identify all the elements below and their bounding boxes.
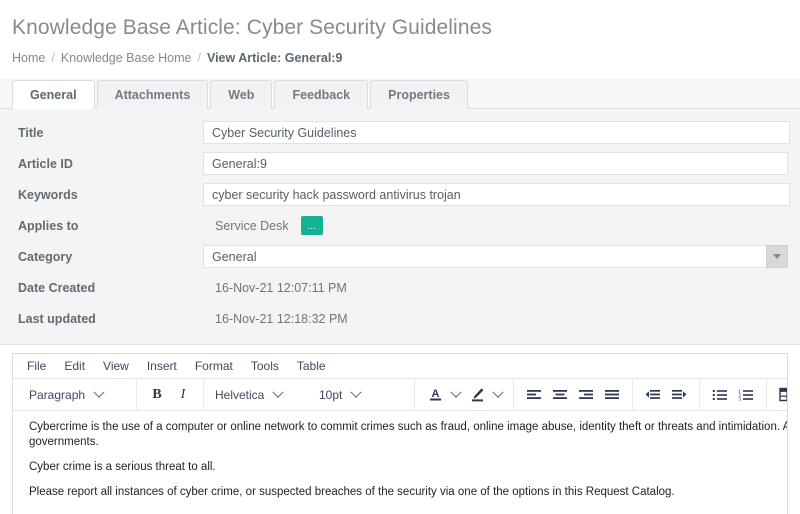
svg-text:3: 3 bbox=[738, 396, 741, 401]
breadcrumb: Home / Knowledge Base Home / View Article: G… bbox=[12, 50, 800, 66]
menu-view[interactable]: View bbox=[103, 359, 129, 373]
block-format-select[interactable]: Paragraph bbox=[25, 386, 129, 402]
toolbar-group-text-style: B I bbox=[137, 379, 204, 410]
highlight-color-icon[interactable] bbox=[464, 383, 490, 407]
applies-to-control: Service Desk ... bbox=[203, 216, 790, 235]
category-dropdown-button[interactable] bbox=[766, 245, 788, 268]
tab-feedback[interactable]: Feedback bbox=[274, 80, 369, 109]
applies-to-picker-button[interactable]: ... bbox=[300, 216, 323, 235]
editor-toolbar: Paragraph B I Helvetica 10pt A 1 2 3 bbox=[13, 379, 787, 411]
toolbar-group-colors: A bbox=[415, 379, 514, 410]
editor-paragraph-3: Please report all instances of cyber cri… bbox=[29, 486, 675, 498]
page-title: Knowledge Base Article: Cyber Security G… bbox=[12, 16, 492, 39]
align-left-icon[interactable] bbox=[521, 383, 547, 407]
last-updated-value: 16-Nov-21 12:18:32 PM bbox=[215, 311, 348, 326]
rich-text-editor: File Edit View Insert Format Tools Table… bbox=[12, 353, 788, 514]
applies-to-label: Applies to bbox=[18, 218, 79, 233]
menu-edit[interactable]: Edit bbox=[64, 359, 85, 373]
toolbar-group-table bbox=[767, 379, 787, 410]
article-id-input[interactable] bbox=[203, 152, 788, 175]
date-created-control: 16-Nov-21 12:07:11 PM bbox=[203, 281, 790, 295]
last-updated-label: Last updated bbox=[18, 311, 96, 326]
field-row-category: Category General bbox=[0, 243, 800, 270]
svg-text:A: A bbox=[431, 388, 439, 400]
chevron-down-icon bbox=[350, 386, 363, 398]
field-row-applies-to: Applies to Service Desk ... bbox=[0, 212, 800, 239]
category-select[interactable]: General bbox=[203, 245, 788, 268]
chevron-down-icon bbox=[272, 386, 285, 398]
toolbar-group-font: Helvetica 10pt bbox=[204, 379, 415, 410]
breadcrumb-separator-1: / bbox=[51, 51, 55, 65]
title-input[interactable] bbox=[203, 121, 790, 144]
title-label: Title bbox=[18, 125, 44, 140]
article-form: Title Article ID Keywords Applies to Ser… bbox=[0, 109, 800, 345]
toolbar-group-alignment bbox=[514, 379, 633, 410]
article-id-label: Article ID bbox=[18, 156, 73, 171]
menu-tools[interactable]: Tools bbox=[251, 359, 279, 373]
field-row-title: Title bbox=[0, 119, 800, 146]
highlight-color-chevron-down-icon[interactable] bbox=[490, 383, 506, 407]
breadcrumb-current: View Article: General:9 bbox=[206, 51, 343, 65]
text-color-chevron-down-icon[interactable] bbox=[448, 383, 464, 407]
outdent-icon[interactable] bbox=[640, 383, 666, 407]
editor-paragraph-1-cont: governments. bbox=[29, 436, 99, 448]
font-family-select[interactable]: Helvetica bbox=[211, 386, 315, 402]
block-format-label: Paragraph bbox=[29, 387, 86, 402]
article-id-control bbox=[203, 152, 788, 175]
text-color-icon[interactable]: A bbox=[422, 383, 448, 407]
menu-file[interactable]: File bbox=[27, 359, 46, 373]
toolbar-group-block-format: Paragraph bbox=[13, 379, 137, 410]
editor-paragraph-2: Cyber crime is a serious threat to all. bbox=[29, 461, 216, 473]
field-row-date-created: Date Created 16-Nov-21 12:07:11 PM bbox=[0, 274, 800, 301]
last-updated-control: 16-Nov-21 12:18:32 PM bbox=[203, 312, 790, 326]
bullet-list-icon[interactable] bbox=[707, 383, 733, 407]
date-created-value: 16-Nov-21 12:07:11 PM bbox=[215, 280, 347, 295]
tab-properties[interactable]: Properties bbox=[370, 80, 468, 109]
tab-attachments[interactable]: Attachments bbox=[96, 80, 209, 109]
numbered-list-icon[interactable]: 1 2 3 bbox=[733, 383, 759, 407]
editor-paragraph-1: Cybercrime is the use of a computer or o… bbox=[29, 421, 787, 433]
toolbar-group-indent bbox=[633, 379, 700, 410]
page-header: Knowledge Base Article: Cyber Security G… bbox=[0, 0, 800, 66]
applies-to-value: Service Desk bbox=[215, 218, 289, 233]
breadcrumb-home[interactable]: Home bbox=[12, 51, 45, 65]
font-size-select[interactable]: 10pt bbox=[315, 386, 407, 402]
indent-icon[interactable] bbox=[666, 383, 692, 407]
kb-article-page: Knowledge Base Article: Cyber Security G… bbox=[0, 0, 800, 514]
align-justify-icon[interactable] bbox=[599, 383, 625, 407]
breadcrumb-kb-home[interactable]: Knowledge Base Home bbox=[61, 51, 192, 65]
date-created-label: Date Created bbox=[18, 280, 96, 295]
italic-button[interactable]: I bbox=[170, 383, 196, 407]
menu-insert[interactable]: Insert bbox=[147, 359, 177, 373]
chevron-down-icon bbox=[773, 254, 781, 259]
tab-web[interactable]: Web bbox=[210, 80, 273, 109]
font-size-label: 10pt bbox=[319, 387, 343, 402]
keywords-input[interactable] bbox=[203, 183, 790, 206]
bold-button[interactable]: B bbox=[144, 383, 170, 407]
field-row-last-updated: Last updated 16-Nov-21 12:18:32 PM bbox=[0, 305, 800, 332]
editor-content-area[interactable]: Cybercrime is the use of a computer or o… bbox=[13, 411, 787, 514]
menu-format[interactable]: Format bbox=[195, 359, 233, 373]
menu-table[interactable]: Table bbox=[297, 359, 326, 373]
category-label: Category bbox=[18, 249, 73, 264]
title-control bbox=[203, 121, 790, 144]
editor-menubar: File Edit View Insert Format Tools Table bbox=[13, 354, 787, 379]
keywords-label: Keywords bbox=[18, 187, 78, 202]
breadcrumb-separator-2: / bbox=[197, 51, 201, 65]
field-row-keywords: Keywords bbox=[0, 181, 800, 208]
keywords-control bbox=[203, 183, 790, 206]
category-selected-value: General bbox=[203, 245, 766, 268]
table-icon[interactable] bbox=[774, 383, 787, 407]
align-center-icon[interactable] bbox=[547, 383, 573, 407]
toolbar-group-lists: 1 2 3 bbox=[700, 379, 767, 410]
align-right-icon[interactable] bbox=[573, 383, 599, 407]
field-row-article-id: Article ID bbox=[0, 150, 800, 177]
chevron-down-icon bbox=[93, 386, 105, 398]
tab-bar: General Attachments Web Feedback Propert… bbox=[0, 79, 800, 109]
font-family-label: Helvetica bbox=[215, 387, 265, 402]
tab-general[interactable]: General bbox=[12, 80, 95, 109]
category-control: General bbox=[203, 245, 788, 268]
